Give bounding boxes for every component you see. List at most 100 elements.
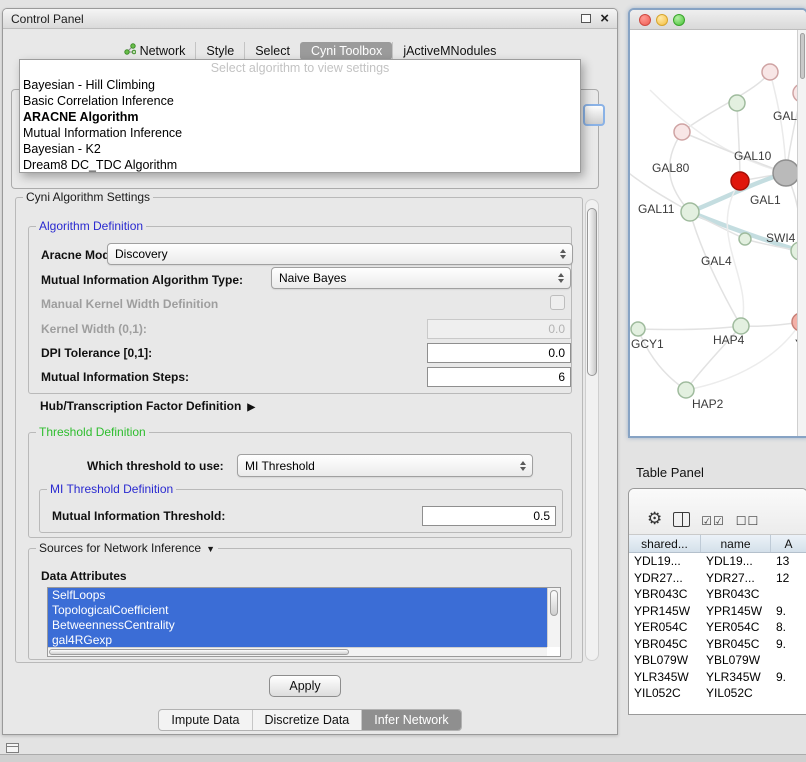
algorithm-option-bayesian-k2[interactable]: Bayesian - K2	[20, 141, 580, 157]
table-cell	[771, 685, 806, 702]
tab-style[interactable]: Style	[195, 42, 244, 60]
algorithm-option-mutual-information-inference[interactable]: Mutual Information Inference	[20, 125, 580, 141]
data-attributes-list[interactable]: SelfLoopsTopologicalCoefficientBetweenne…	[47, 587, 561, 657]
mac-zoom-icon[interactable]	[673, 14, 685, 26]
table-panel-window: ⚙ ☑☑ ☐☐ shared...nameA YDL19...YDL19...1…	[628, 488, 806, 715]
close-icon[interactable]: ×	[600, 11, 609, 26]
algorithm-option-aracne-algorithm[interactable]: ARACNE Algorithm	[20, 109, 580, 125]
table-cell: 9.	[771, 603, 806, 620]
table-cell: YIL052C	[629, 685, 701, 702]
dpi-tolerance-field[interactable]	[427, 343, 571, 363]
mi-type-label: Mutual Information Algorithm Type:	[41, 273, 243, 287]
network-node[interactable]	[674, 124, 690, 140]
table-cell: YBR045C	[629, 636, 701, 653]
attribute-item-selfloops[interactable]: SelfLoops	[48, 588, 547, 603]
table-cell: YPR145W	[701, 603, 771, 620]
columns-icon[interactable]	[673, 512, 690, 527]
algorithm-option-dream8-dc-tdc-algorithm[interactable]: Dream8 DC_TDC Algorithm	[20, 157, 580, 173]
attribute-list-hscrollbar[interactable]	[48, 647, 547, 656]
network-node[interactable]	[739, 233, 751, 245]
select-all-icon[interactable]: ☑☑	[701, 515, 725, 527]
algorithm-option-basic-correlation-inference[interactable]: Basic Correlation Inference	[20, 93, 580, 109]
network-edge[interactable]	[737, 103, 740, 181]
aracne-mode-value: Discovery	[108, 247, 557, 261]
table-cell: 9.	[771, 636, 806, 653]
network-node[interactable]	[731, 172, 749, 190]
control-panel-titlebar[interactable]: Control Panel ×	[3, 9, 617, 29]
mi-threshold-field[interactable]	[422, 506, 556, 526]
dropdown-placeholder: Select algorithm to view settings	[20, 60, 580, 77]
column-header-a[interactable]: A	[771, 535, 806, 552]
mac-minimize-icon[interactable]	[656, 14, 668, 26]
data-attributes-label: Data Attributes	[41, 569, 127, 583]
tab-cyni-toolbox[interactable]: Cyni Toolbox	[300, 42, 392, 60]
table-row[interactable]: YIL052CYIL052C	[629, 685, 806, 702]
bottom-tab-impute-data[interactable]: Impute Data	[159, 710, 251, 730]
hscroll-thumb[interactable]	[49, 649, 349, 655]
gear-icon[interactable]: ⚙	[647, 510, 662, 527]
attribute-item-betweennesscentrality[interactable]: BetweennessCentrality	[48, 618, 547, 633]
tab-label: Select	[255, 44, 290, 58]
combo-arrows-icon	[557, 249, 572, 259]
minimized-panel-icon[interactable]	[6, 743, 19, 753]
tab-jactivemnodules[interactable]: jActiveMNodules	[392, 42, 506, 60]
network-canvas[interactable]: GALGAL80GAL10GAL1GAL11SWI4GAL4GCY1HAP4YH…	[630, 30, 797, 436]
network-node-label: GAL11	[638, 202, 675, 216]
network-node[interactable]	[773, 160, 797, 186]
table-cell: YPR145W	[629, 603, 701, 620]
deselect-all-icon[interactable]: ☐☐	[736, 515, 760, 527]
cyni-algorithm-settings-group: Cyni Algorithm Settings Algorithm Defini…	[15, 197, 583, 663]
network-node[interactable]	[631, 322, 645, 336]
mi-type-combo[interactable]: Naive Bayes	[271, 267, 571, 289]
table-row[interactable]: YER054CYER054C8.	[629, 619, 806, 636]
network-vscrollbar[interactable]	[797, 30, 806, 436]
scrollbar-thumb[interactable]	[587, 208, 597, 376]
attribute-item-gal4rgexp[interactable]: gal4RGexp	[48, 633, 547, 648]
table-row[interactable]: YPR145WYPR145W9.	[629, 603, 806, 620]
mac-close-icon[interactable]	[639, 14, 651, 26]
network-node[interactable]	[678, 382, 694, 398]
settings-scrollbar[interactable]	[585, 199, 599, 661]
which-threshold-combo[interactable]: MI Threshold	[237, 454, 533, 477]
apply-button[interactable]: Apply	[269, 675, 341, 697]
tab-label: Network	[140, 44, 186, 58]
bottom-tab-infer-network[interactable]: Infer Network	[361, 710, 460, 730]
table-cell: YLR345W	[629, 669, 701, 686]
table-row[interactable]: YBR045CYBR045C9.	[629, 636, 806, 653]
network-node[interactable]	[733, 318, 749, 334]
column-header-shared-[interactable]: shared...	[629, 535, 701, 552]
bottom-tab-discretize-data[interactable]: Discretize Data	[252, 710, 362, 730]
tab-select[interactable]: Select	[244, 42, 300, 60]
network-edge[interactable]	[682, 72, 770, 132]
column-header-name[interactable]: name	[701, 535, 771, 552]
attribute-list-vscrollbar[interactable]	[547, 588, 560, 647]
table-cell: YDL19...	[629, 553, 701, 570]
aracne-mode-combo[interactable]: Discovery	[107, 243, 573, 265]
attribute-item-topologicalcoefficient[interactable]: TopologicalCoefficient	[48, 603, 547, 618]
vscroll-thumb[interactable]	[550, 590, 558, 616]
sources-group-title[interactable]: Sources for Network Inference▼	[36, 541, 218, 555]
mi-threshold-label: Mutual Information Threshold:	[52, 509, 225, 523]
algorithm-definition-group: Algorithm Definition Aracne Mode: Discov…	[28, 226, 572, 394]
expander-right-icon: ▶	[247, 402, 255, 413]
hub-definition-expander[interactable]: Hub/Transcription Factor Definition▶	[40, 399, 255, 413]
network-node[interactable]	[681, 203, 699, 221]
table-row[interactable]: YLR345WYLR345W9.	[629, 669, 806, 686]
tab-label: jActiveMNodules	[403, 44, 496, 58]
tab-network[interactable]: Network	[114, 41, 196, 60]
network-node[interactable]	[729, 95, 745, 111]
table-row[interactable]: YDR27...YDR27...12	[629, 570, 806, 587]
algorithm-option-bayesian-hill-climbing[interactable]: Bayesian - Hill Climbing	[20, 77, 580, 93]
network-node-label: GCY1	[631, 337, 664, 351]
float-window-icon[interactable]	[581, 14, 591, 23]
table-row[interactable]: YBL079WYBL079W	[629, 652, 806, 669]
network-window-titlebar[interactable]	[630, 10, 806, 30]
algorithm-option-list: Bayesian - Hill ClimbingBasic Correlatio…	[20, 77, 580, 173]
network-node[interactable]	[762, 64, 778, 80]
vscroll-thumb[interactable]	[800, 33, 805, 79]
table-row[interactable]: YBR043CYBR043C	[629, 586, 806, 603]
table-row[interactable]: YDL19...YDL19...13	[629, 553, 806, 570]
network-edge[interactable]	[638, 326, 741, 330]
mi-steps-field[interactable]	[427, 367, 571, 387]
algorithm-combo-arrow-button[interactable]	[583, 104, 605, 126]
